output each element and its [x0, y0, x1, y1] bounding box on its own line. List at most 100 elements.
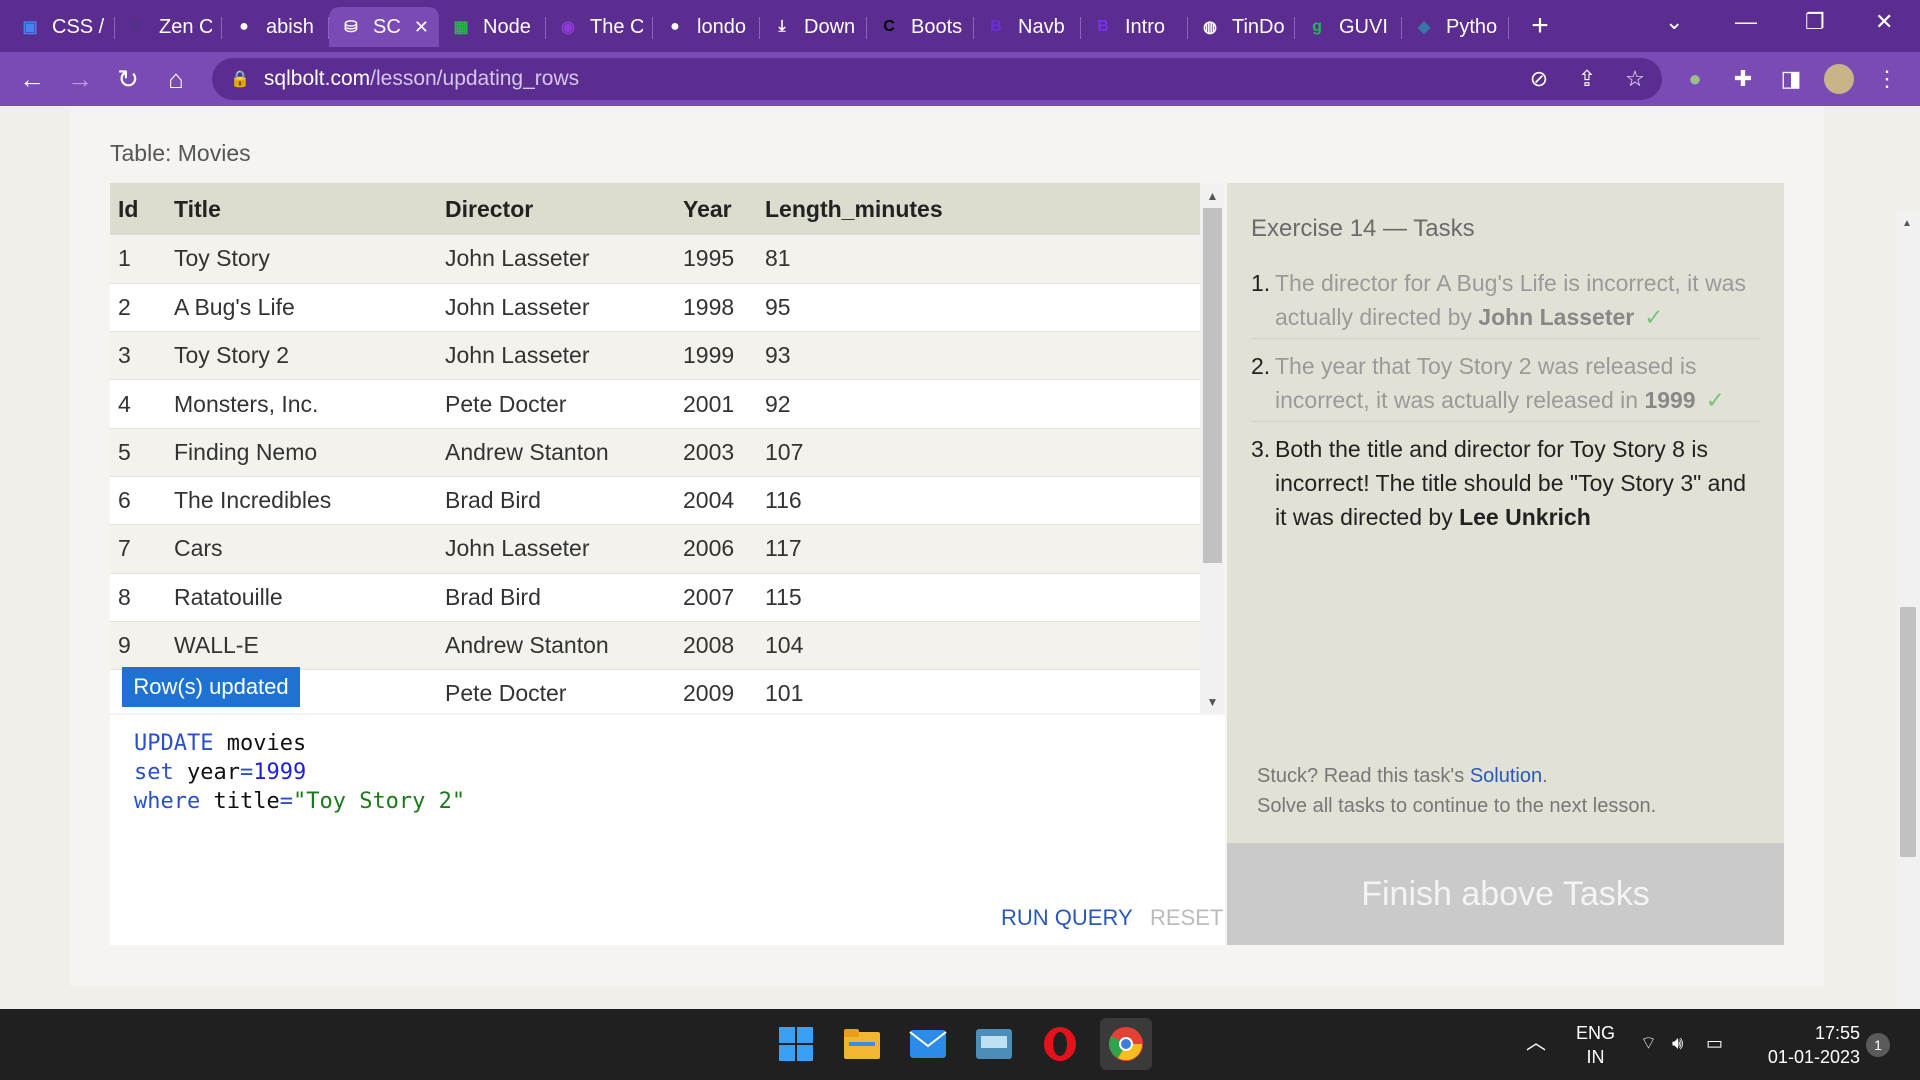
menu-icon[interactable]: ⋮ [1872, 64, 1902, 94]
tab-guvi[interactable]: g GUVI [1295, 7, 1402, 47]
scroll-up-icon[interactable]: ▲ [1200, 189, 1225, 203]
query-editor[interactable]: UPDATE movies set year=1999 where title=… [110, 715, 1225, 945]
restore-icon[interactable]: ❐ [1805, 0, 1825, 44]
code-keyword: UPDATE [134, 731, 214, 756]
python-icon: ◆ [1417, 19, 1431, 36]
battery-icon[interactable]: ▭ [1706, 1031, 1723, 1055]
table-cell: 2001 [675, 379, 757, 429]
scroll-down-icon[interactable]: ▼ [1200, 695, 1225, 709]
extension-icon[interactable]: ● [1680, 64, 1710, 94]
side-panel-icon[interactable]: ◨ [1776, 64, 1806, 94]
task-body: The director for A Bug's Life is incorre… [1275, 266, 1761, 334]
table-cell: Toy Story [166, 235, 437, 284]
table-cell: 2003 [675, 428, 757, 477]
new-tab-icon[interactable]: + [1525, 9, 1555, 43]
globe-icon: ◍ [1203, 19, 1217, 36]
tab-intro[interactable]: B Intro [1081, 7, 1188, 47]
keyboard-app-icon[interactable] [968, 1018, 1020, 1070]
back-icon[interactable]: ← [9, 56, 55, 102]
start-icon[interactable] [770, 1018, 822, 1070]
file-explorer-icon[interactable] [836, 1018, 888, 1070]
home-icon[interactable]: ⌂ [153, 56, 199, 102]
tab-search-icon[interactable]: ⌄ [1665, 0, 1683, 44]
notification-badge[interactable]: 1 [1866, 1033, 1890, 1057]
task-body: The year that Toy Story 2 was released i… [1275, 349, 1761, 417]
tab-navb[interactable]: B Navb [974, 7, 1081, 47]
share-icon[interactable]: ⇪ [1572, 64, 1602, 94]
eye-off-icon[interactable]: ⊘ [1524, 64, 1554, 94]
table-cell: 1998 [675, 283, 757, 333]
task-body: Both the title and director for Toy Stor… [1275, 432, 1761, 534]
close-window-icon[interactable]: ✕ [1875, 0, 1893, 44]
finish-tasks-button[interactable]: Finish above Tasks [1227, 843, 1784, 945]
table-cell: Finding Nemo [166, 428, 437, 477]
tab-londo[interactable]: ● londo [653, 7, 760, 47]
table-cell: Cars [166, 524, 437, 574]
scroll-up-icon[interactable]: ▲ [1902, 218, 1912, 229]
google-slides-icon: ▣ [22, 19, 38, 36]
clock[interactable]: 17:55 01-01-2023 [1756, 1021, 1860, 1069]
solution-link[interactable]: Solution [1470, 765, 1542, 787]
table-cell: 4 [110, 379, 166, 429]
code-text: year [173, 760, 240, 785]
table-scrollbar[interactable]: ▲ ▼ [1200, 183, 1225, 713]
table-cell: 2 [110, 283, 166, 333]
page-scrollbar[interactable]: ▲ ▼ [1896, 212, 1920, 1080]
tab-label: Intro [1125, 15, 1166, 38]
tab-css-[interactable]: ▣ CSS / [8, 7, 115, 47]
tab-zen-c[interactable]: ≡ Zen C [115, 7, 222, 47]
address-bar[interactable]: 🔒 sqlbolt.com/lesson/updating_rows [212, 58, 1662, 100]
tray-chevron-icon[interactable]: ︿ [1526, 1031, 1546, 1055]
windows-taskbar: ︿ ENG IN ⌔ 🔊︎ ▭ 17:55 01-01-2023 1 [0, 1009, 1920, 1080]
volume-icon[interactable]: 🔊︎ [1672, 1031, 1683, 1055]
table-cell: Ratatouille [166, 573, 437, 622]
wifi-icon[interactable]: ⌔ [1640, 1031, 1657, 1055]
tab-boots[interactable]: C Boots [867, 7, 974, 47]
tab-sc[interactable]: ⛁ SC ✕ [329, 7, 439, 47]
bookmark-star-icon[interactable]: ☆ [1620, 64, 1650, 94]
tab-label: The C [590, 15, 643, 38]
brand-icon: ◉ [561, 19, 575, 36]
tab-pytho[interactable]: ◆ Pytho [1402, 7, 1509, 47]
table-cell: 2006 [675, 524, 757, 574]
stuck-text: Stuck? Read this task's [1257, 765, 1470, 787]
avatar[interactable] [1824, 64, 1854, 94]
stuck-text-end: . [1542, 765, 1548, 787]
query-text[interactable]: UPDATE movies set year=1999 where title=… [134, 729, 465, 816]
opera-icon[interactable] [1034, 1018, 1086, 1070]
close-tab-icon[interactable]: ✕ [414, 17, 429, 38]
puzzle-icon[interactable]: ✚ [1728, 64, 1758, 94]
table-scroll-thumb[interactable] [1203, 208, 1222, 563]
tab-strip: ▣ CSS / ≡ Zen C ● abish ⛁ SC ✕ ▦ Node ◉ The C ● londo ⤓… [0, 0, 1920, 52]
reset-button[interactable]: RESET [1150, 905, 1223, 931]
table-cell: John Lasseter [437, 283, 675, 333]
tab-the-c[interactable]: ◉ The C [546, 7, 653, 47]
minimize-icon[interactable]: — [1735, 0, 1757, 44]
run-query-button[interactable]: RUN QUERY [1001, 905, 1133, 931]
tab-node[interactable]: ▦ Node [439, 7, 546, 47]
clock-time: 17:55 [1814, 1023, 1860, 1043]
table-cell: Pete Docter [437, 669, 675, 713]
mail-icon[interactable] [902, 1018, 954, 1070]
movies-table: Id Title Director Year Length_minutes 1 Toy S… [110, 183, 1200, 713]
tasks-title: Exercise 14 — Tasks [1251, 215, 1475, 242]
language-indicator[interactable]: ENG IN [1576, 1021, 1615, 1069]
table-cell: Andrew Stanton [437, 621, 675, 671]
checkmark-icon: ✓ [1705, 387, 1725, 413]
table-cell: Brad Bird [437, 573, 675, 622]
page-scroll-thumb[interactable] [1900, 607, 1916, 857]
tab-tindo[interactable]: ◍ TinDo [1188, 7, 1295, 47]
tab-label: abish [266, 15, 314, 38]
chrome-icon[interactable] [1100, 1018, 1152, 1070]
tab-abish[interactable]: ● abish [222, 7, 329, 47]
table-cell: 1 [110, 235, 166, 284]
table-cell: 6 [110, 476, 166, 526]
table-cell: WALL-E [166, 621, 437, 671]
table-cell: 95 [757, 283, 1200, 333]
github-icon: ● [670, 18, 680, 35]
codecademy-icon: C [883, 18, 895, 35]
tab-down[interactable]: ⤓ Down [760, 7, 867, 47]
forward-icon[interactable]: → [57, 56, 103, 102]
table-cell: 104 [757, 621, 1200, 671]
reload-icon[interactable]: ↻ [105, 56, 151, 102]
